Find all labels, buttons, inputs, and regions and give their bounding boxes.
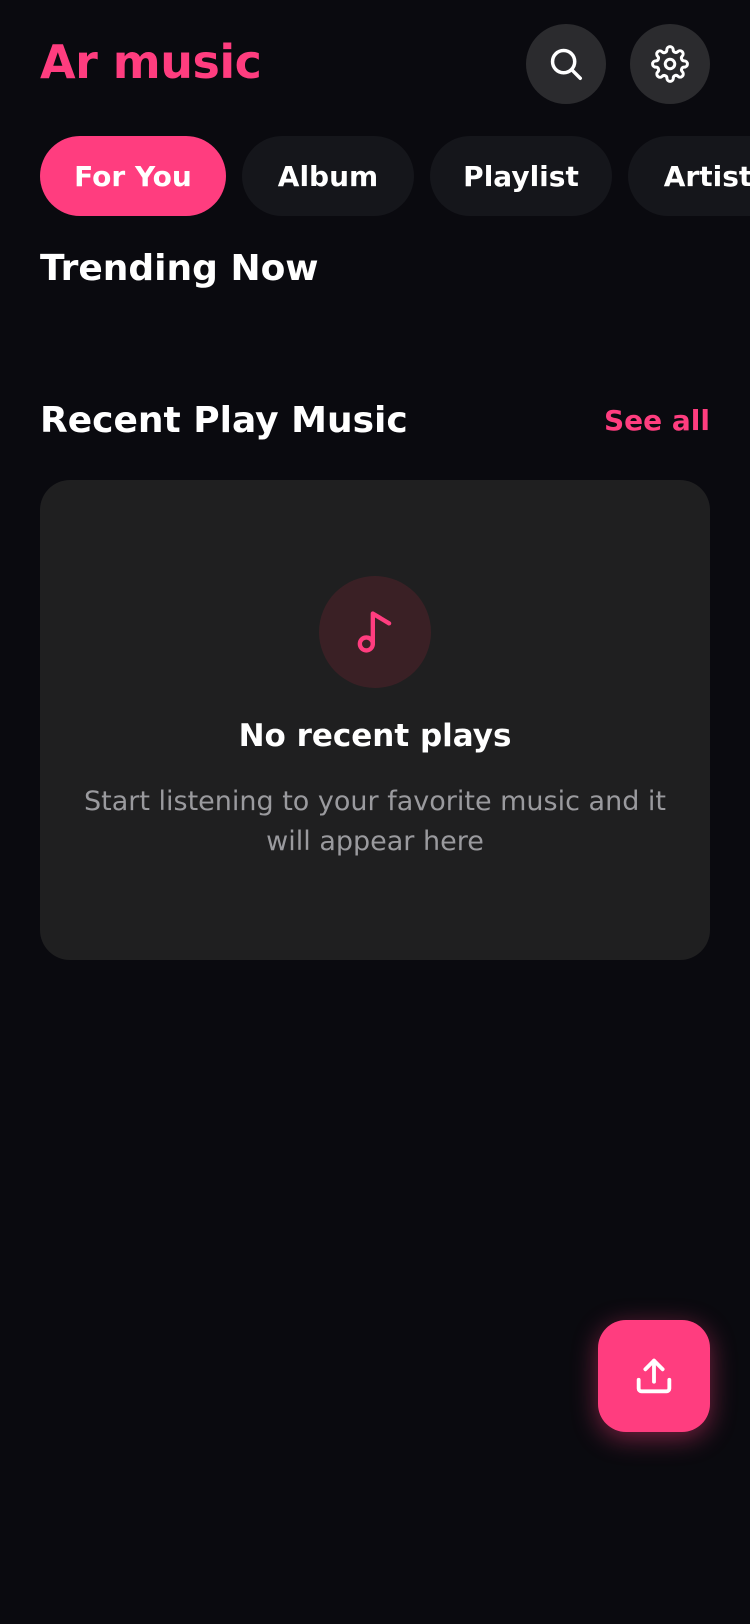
category-tabs: For You Album Playlist Artist <box>40 136 750 216</box>
empty-state-message: Start listening to your favorite music a… <box>83 786 667 857</box>
tab-album[interactable]: Album <box>242 136 414 216</box>
settings-button[interactable] <box>630 24 710 104</box>
empty-state-title: No recent plays <box>238 718 512 754</box>
upload-button[interactable] <box>598 1320 710 1432</box>
search-icon <box>550 48 582 80</box>
tab-artist[interactable]: Artist <box>628 136 750 216</box>
tab-for-you[interactable]: For You <box>40 136 226 216</box>
app-title: Ar music <box>40 35 262 89</box>
search-button[interactable] <box>526 24 606 104</box>
music-note-icon <box>357 611 392 653</box>
recent-plays-empty-card: No recent plays Start listening to your … <box>40 480 710 960</box>
upload-icon <box>636 1358 672 1394</box>
see-all-link[interactable]: See all <box>604 403 710 439</box>
app-header: Ar music <box>40 22 710 104</box>
music-note-badge <box>319 576 431 688</box>
gear-icon <box>651 45 689 83</box>
tab-playlist[interactable]: Playlist <box>430 136 612 216</box>
trending-now-title: Trending Now <box>40 248 319 289</box>
recent-play-title: Recent Play Music <box>40 400 408 441</box>
